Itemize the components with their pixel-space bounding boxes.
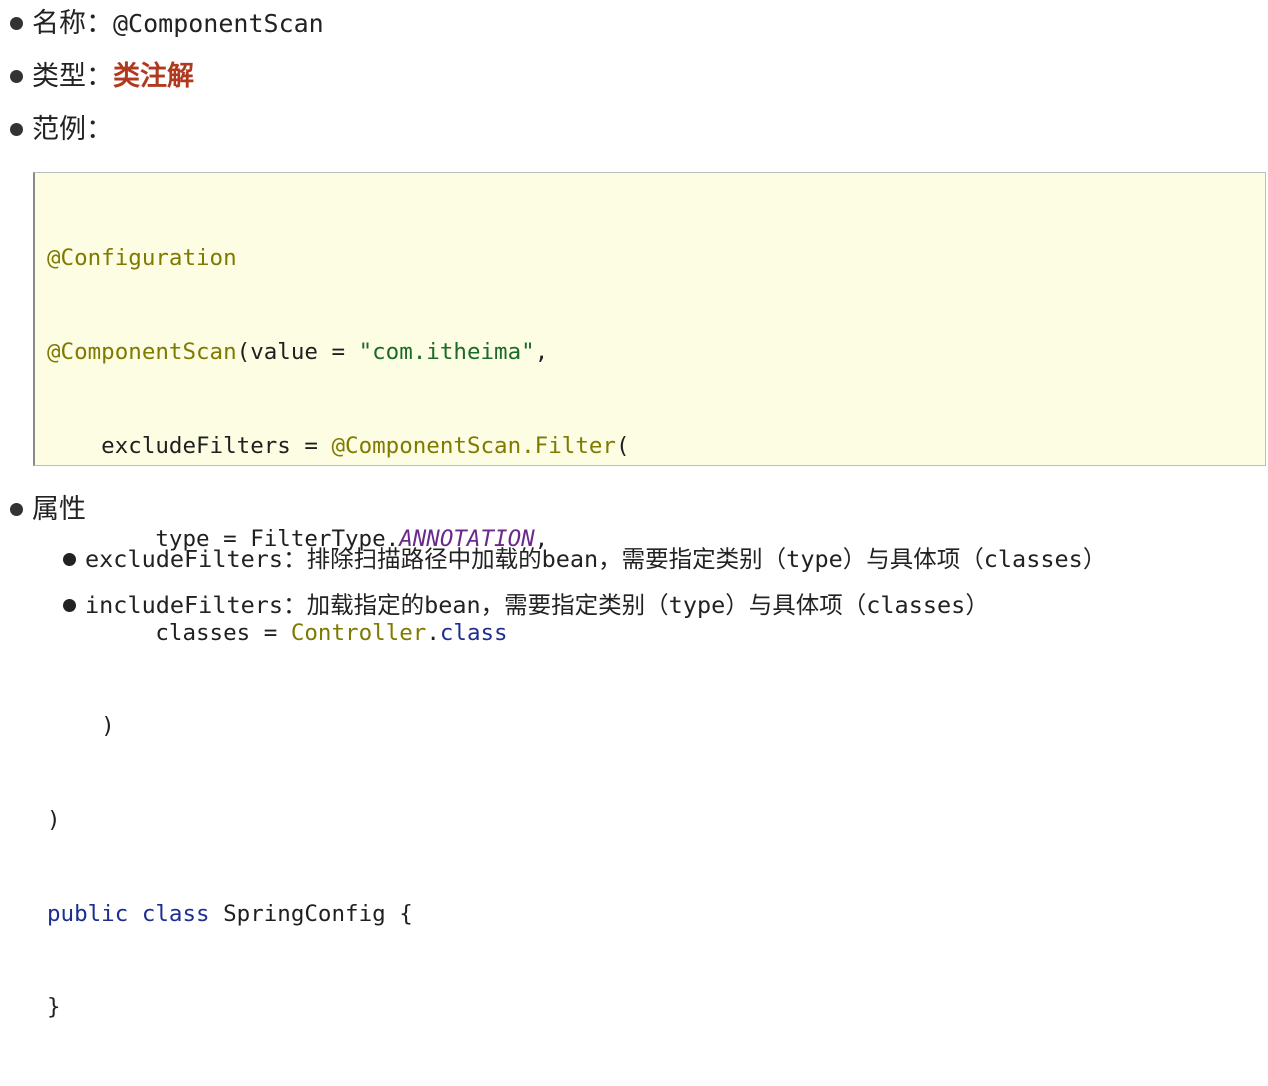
code-class-ref: Controller — [290, 619, 427, 646]
desc-code: classes — [866, 591, 966, 619]
sub-bullet-dot-icon — [63, 599, 76, 613]
code-text: SpringConfig { — [209, 900, 413, 927]
attribute-sep: ： — [283, 591, 307, 619]
attribute-item-exclude: excludeFilters ： 排除扫描路径中加载的bean，需要指定类别（t… — [63, 545, 1107, 573]
desc-code: type — [668, 591, 726, 619]
code-text: , — [534, 339, 549, 365]
example-label: 范例： — [32, 114, 113, 145]
code-annotation: @Configuration — [47, 245, 237, 272]
bullet-dot-icon — [10, 123, 23, 136]
code-line-5: classes = Controller.class — [47, 618, 630, 649]
desc-text: ） — [1082, 545, 1107, 573]
code-line-3: excludeFilters = @ComponentScan.Filter( — [47, 431, 630, 462]
desc-code: bean — [424, 591, 481, 619]
code-text: ) — [47, 713, 115, 740]
code-lines: @Configuration @ComponentScan(value = "c… — [47, 181, 630, 1086]
attribute-item-include: includeFilters ： 加载指定的bean，需要指定类别（type）与… — [63, 591, 989, 619]
code-text: (value = — [236, 339, 359, 365]
code-annotation: @ComponentScan — [47, 339, 237, 365]
bullet-type: 类型： 类注解 — [10, 63, 194, 90]
bullet-dot-icon — [10, 503, 23, 516]
desc-code: type — [786, 545, 843, 573]
attribute-key: includeFilters — [85, 591, 284, 619]
attribute-sep: ： — [283, 545, 307, 573]
desc-text: ）与具体项（ — [842, 545, 984, 573]
desc-code: classes — [983, 545, 1083, 573]
bullet-dot-icon — [10, 17, 23, 30]
bullet-name: 名称： @ComponentScan — [10, 10, 324, 37]
name-label: 名称： — [32, 8, 113, 39]
bullet-dot-icon — [10, 70, 23, 83]
code-text: classes = — [47, 619, 291, 646]
code-text: ( — [615, 432, 630, 459]
sub-bullet-dot-icon — [63, 553, 76, 567]
code-string: "com.itheima" — [358, 339, 535, 365]
desc-text: 加载指定的 — [306, 591, 425, 619]
desc-text: 排除扫描路径中加载的 — [306, 545, 542, 573]
code-line-1: @Configuration — [47, 243, 630, 274]
desc-text: ） — [965, 591, 989, 619]
code-keyword: public class — [47, 900, 210, 927]
desc-text: ，需要指定类别（ — [480, 591, 669, 619]
code-text: } — [47, 994, 61, 1021]
attributes-label: 属性 — [32, 494, 86, 525]
code-line-6: ) — [47, 711, 630, 742]
code-text: excludeFilters = — [47, 432, 332, 459]
bullet-example: 范例： — [10, 116, 113, 143]
desc-text: ）与具体项（ — [725, 591, 867, 619]
code-line-2: @ComponentScan(value = "com.itheima", — [47, 337, 630, 368]
desc-code: bean — [541, 545, 599, 573]
attribute-desc: 加载指定的bean，需要指定类别（type）与具体项（classes） — [306, 591, 989, 619]
attribute-desc: 排除扫描路径中加载的bean，需要指定类别（type）与具体项（classes） — [306, 545, 1107, 573]
code-line-9: } — [47, 992, 630, 1023]
code-annotation: @ComponentScan.Filter — [331, 432, 616, 459]
desc-text: ，需要指定类别（ — [598, 545, 787, 573]
code-block: @Configuration @ComponentScan(value = "c… — [33, 172, 1266, 1020]
code-keyword: class — [439, 619, 508, 646]
type-label: 类型： — [32, 61, 113, 92]
code-text: . — [426, 619, 440, 646]
name-value: @ComponentScan — [113, 9, 324, 38]
code-text: ) — [47, 806, 61, 833]
code-line-7: ) — [47, 805, 630, 836]
type-value: 类注解 — [113, 61, 194, 92]
code-line-8: public class SpringConfig { — [47, 899, 630, 930]
attribute-key: excludeFilters — [85, 545, 284, 573]
bullet-attributes: 属性 — [10, 496, 86, 523]
